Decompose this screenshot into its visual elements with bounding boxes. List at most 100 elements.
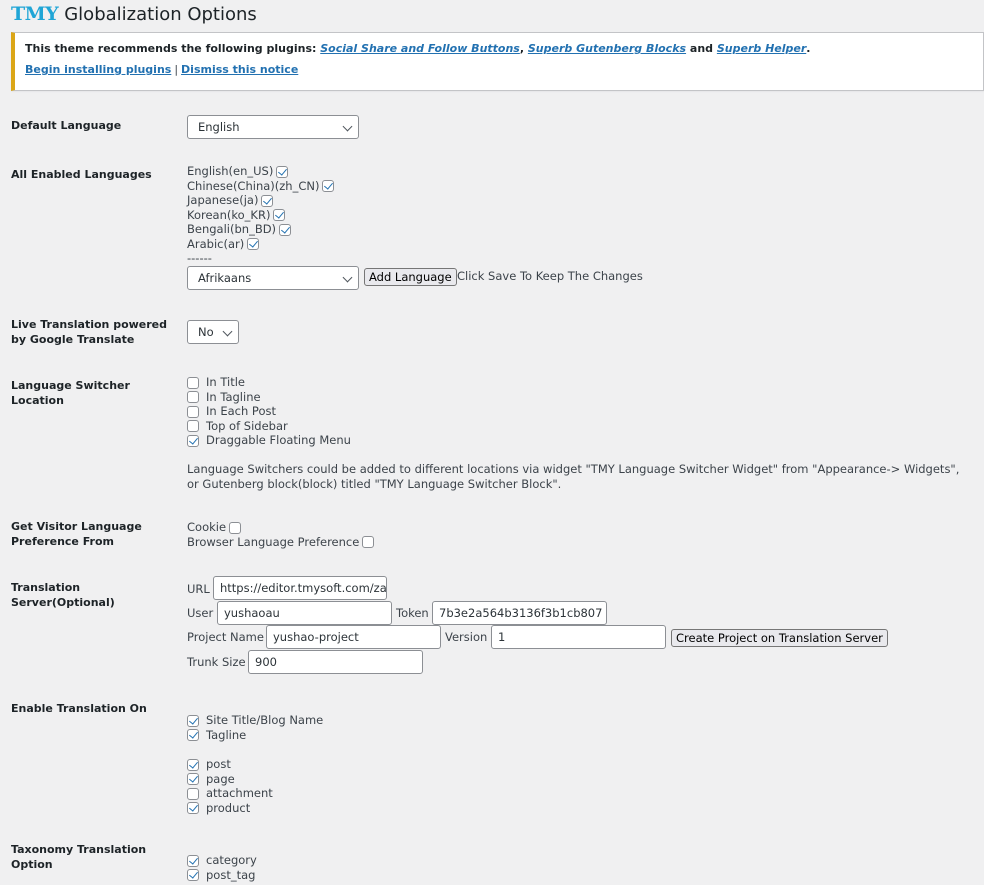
post-type-label: attachment: [206, 786, 273, 800]
language-divider: ------: [187, 251, 212, 265]
version-label: Version: [445, 630, 488, 644]
page-header: TMY Globalization Options: [11, 2, 257, 26]
default-language-select[interactable]: English: [187, 115, 359, 139]
save-hint: Click Save To Keep The Changes: [457, 269, 643, 283]
add-language-button[interactable]: Add Language: [364, 268, 457, 286]
browser-preference-checkbox[interactable]: [362, 536, 375, 548]
switcher-checkbox-top-of-sidebar[interactable]: [187, 420, 199, 432]
live-translation-label: Live Translation powered by Google Trans…: [11, 318, 168, 346]
language-checkbox-ja[interactable]: [261, 194, 274, 207]
language-checkbox-ar[interactable]: [247, 238, 260, 250]
language-item: Arabic(ar): [187, 236, 260, 252]
switcher-checkbox-in-title[interactable]: [187, 376, 199, 389]
default-language-label: Default Language: [11, 119, 122, 132]
visitor-option: Cookie: [187, 520, 242, 535]
language-checkbox-bn-bd[interactable]: [279, 223, 292, 236]
translation-option: Site Title/Blog Name: [187, 713, 323, 728]
visitor-preference-label: Get Visitor Language Preference From: [11, 520, 142, 548]
user-input[interactable]: yushaoau: [217, 601, 392, 625]
plugin-link-social-share[interactable]: Social Share and Follow Buttons: [320, 42, 520, 55]
language-name: Bengali(bn_BD): [187, 222, 277, 236]
post-type-label: post: [206, 757, 231, 771]
switcher-checkbox-floating-menu[interactable]: [187, 434, 199, 447]
translation-option-label: Tagline: [206, 727, 247, 742]
notice-prefix: This theme recommends the following plug…: [25, 42, 321, 55]
switcher-description-line2: or Gutenberg block(block) titled "TMY La…: [187, 477, 562, 491]
chevron-down-icon: [222, 326, 233, 337]
switcher-option-label: Top of Sidebar: [206, 418, 288, 433]
translation-server-label: Translation Server(Optional): [11, 581, 115, 609]
translation-option-label: Site Title/Blog Name: [206, 713, 324, 727]
language-name: Arabic(ar): [187, 236, 245, 251]
url-label: URL: [187, 582, 210, 596]
post-type-option: post: [187, 757, 231, 772]
notice-pipe: |: [174, 63, 179, 76]
language-item: Japanese(ja): [187, 193, 274, 208]
enable-translation-label: Enable Translation On: [11, 702, 147, 715]
plugin-link-superb-helper[interactable]: Superb Helper: [717, 42, 806, 55]
live-translation-select[interactable]: No: [187, 320, 239, 344]
page-checkbox[interactable]: [187, 773, 199, 785]
language-item: English(en_US): [187, 164, 289, 179]
post-type-option: attachment: [187, 786, 273, 801]
taxonomy-label: Taxonomy Translation Option: [11, 843, 147, 871]
notice-actions: Begin installing plugins | Dismiss this no…: [25, 62, 983, 78]
plugin-notice: This theme recommends the following plug…: [11, 32, 984, 91]
enabled-languages-label: All Enabled Languages: [11, 168, 152, 181]
language-name: English(en_US): [187, 164, 274, 178]
plugin-link-superb-gutenberg[interactable]: Superb Gutenberg Blocks: [528, 42, 686, 55]
default-language-value: English: [198, 120, 240, 134]
add-language-select[interactable]: Afrikaans: [187, 266, 359, 290]
switcher-location-label: Language Switcher Location: [11, 379, 130, 407]
live-translation-value: No: [198, 325, 214, 339]
switcher-option: In Title: [187, 375, 245, 390]
switcher-option-label: In Title: [206, 375, 245, 389]
language-checkbox-zh-cn[interactable]: [322, 180, 335, 192]
begin-installing-link[interactable]: Begin installing plugins: [25, 63, 171, 76]
notice-comma: ,: [519, 42, 528, 55]
token-input[interactable]: 7b3e2a564b3136f3b1cb807: [432, 601, 607, 625]
version-input[interactable]: 1: [491, 625, 666, 649]
user-label: User: [187, 606, 214, 620]
chevron-down-icon: [342, 272, 353, 283]
switcher-checkbox-in-each-post[interactable]: [187, 405, 199, 418]
switcher-option-label: In Each Post: [206, 404, 276, 418]
site-title-checkbox[interactable]: [187, 714, 199, 727]
product-checkbox[interactable]: [187, 802, 199, 814]
language-name: Chinese(China)(zh_CN): [187, 178, 320, 193]
notice-message: This theme recommends the following plug…: [25, 41, 983, 57]
switcher-option: In Tagline: [187, 390, 261, 405]
visitor-option-label: Browser Language Preference: [187, 534, 360, 549]
switcher-option: In Each Post: [187, 404, 276, 419]
tagline-checkbox[interactable]: [187, 729, 199, 741]
visitor-option: Browser Language Preference: [187, 534, 375, 550]
translation-option: Tagline: [187, 728, 246, 743]
taxonomy-option: category: [187, 853, 257, 868]
post-tag-checkbox[interactable]: [187, 869, 199, 881]
project-name-input[interactable]: yushao-project: [266, 625, 441, 649]
taxonomy-option-label: post_tag: [206, 867, 256, 882]
visitor-option-label: Cookie: [187, 520, 227, 534]
post-checkbox[interactable]: [187, 758, 199, 771]
chevron-down-icon: [342, 121, 353, 132]
switcher-option-label: Draggable Floating Menu: [206, 433, 351, 447]
attachment-checkbox[interactable]: [187, 787, 199, 800]
notice-period: .: [806, 42, 811, 55]
language-checkbox-ko-kr[interactable]: [273, 209, 286, 221]
switcher-description-line1: Language Switchers could be added to dif…: [187, 462, 960, 476]
trunk-size-input[interactable]: 900: [248, 650, 423, 674]
project-name-label: Project Name: [187, 630, 264, 644]
language-checkbox-en-us[interactable]: [276, 165, 289, 178]
switcher-checkbox-in-tagline[interactable]: [187, 391, 199, 403]
language-name: Japanese(ja): [187, 193, 259, 207]
language-item: Korean(ko_KR): [187, 208, 286, 223]
taxonomy-option: post_tag: [187, 868, 255, 883]
dismiss-notice-link[interactable]: Dismiss this notice: [181, 63, 298, 76]
create-project-button[interactable]: Create Project on Translation Server: [671, 629, 888, 647]
url-input[interactable]: https://editor.tmysoft.com/za: [213, 576, 387, 600]
category-checkbox[interactable]: [187, 854, 199, 867]
switcher-option-label: In Tagline: [206, 389, 261, 404]
add-language-value: Afrikaans: [198, 271, 252, 285]
cookie-checkbox[interactable]: [229, 521, 242, 534]
switcher-option: Draggable Floating Menu: [187, 433, 351, 448]
